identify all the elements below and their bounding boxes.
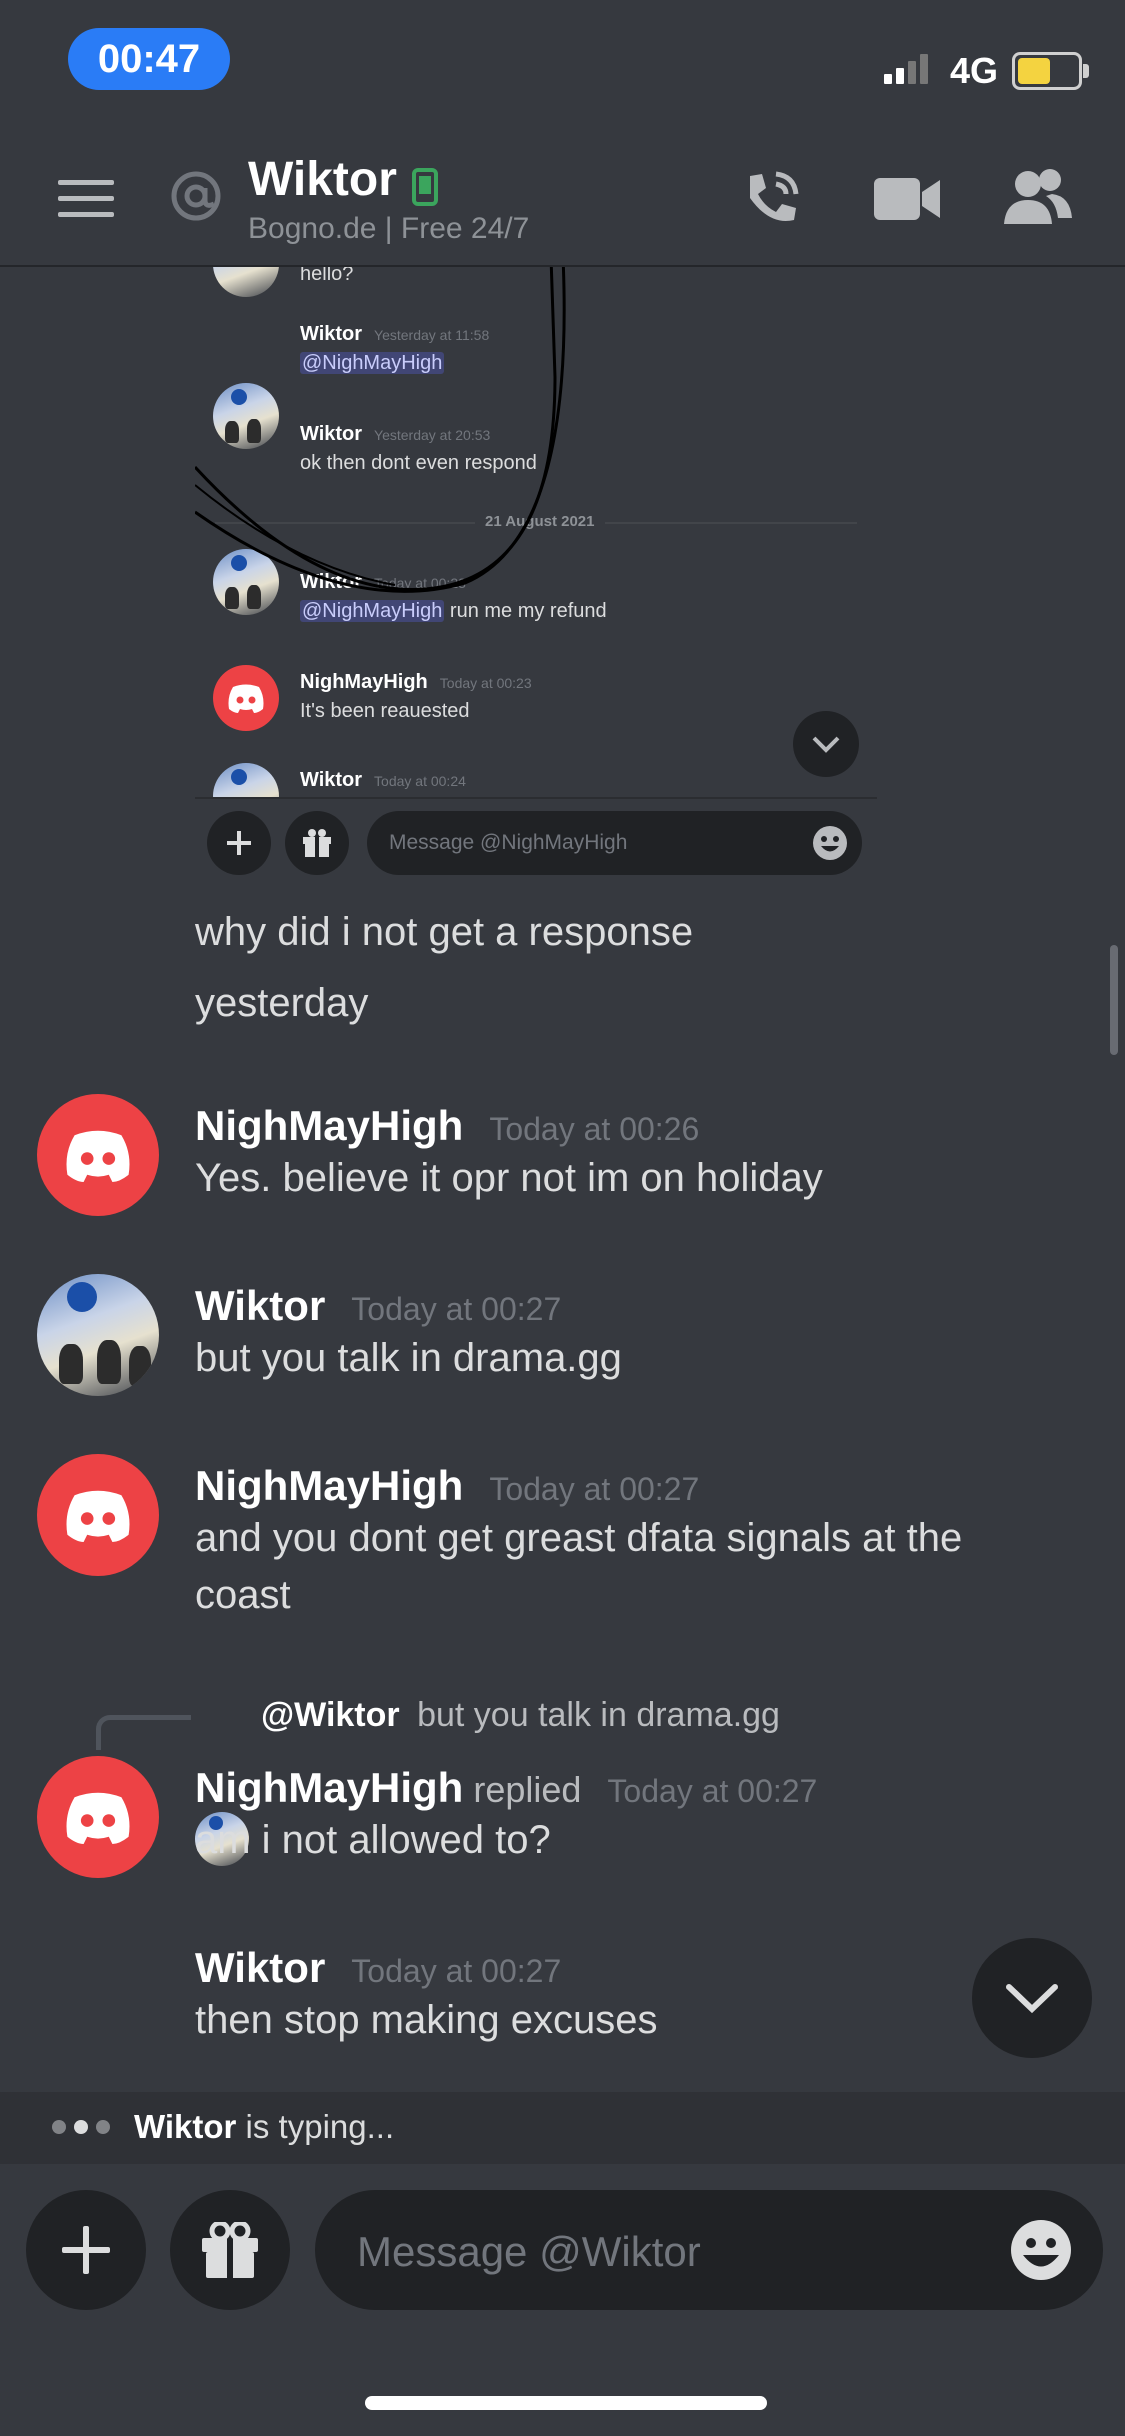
reply-preview[interactable]: @Wiktor but you talk in drama.gg	[261, 1696, 780, 1735]
scrollbar[interactable]	[1110, 945, 1118, 1055]
video-icon[interactable]	[874, 176, 940, 222]
signal-icon	[884, 52, 936, 86]
message-timestamp: Today at 00:27	[351, 1953, 562, 1989]
header-subtitle: Bogno.de | Free 24/7	[248, 212, 530, 245]
call-icon[interactable]	[740, 168, 802, 230]
plus-icon[interactable]	[26, 2190, 146, 2310]
message-input-placeholder: Message @Wiktor	[357, 2228, 701, 2275]
discord-logo-icon	[66, 1792, 130, 1844]
gift-icon[interactable]	[170, 2190, 290, 2310]
members-icon[interactable]	[1002, 168, 1072, 226]
message: NighMayHigh Today at 00:27 and you dont g…	[195, 1462, 962, 1624]
message-timestamp: Today at 00:27	[489, 1471, 700, 1507]
reply-text: but you talk in drama.gg	[417, 1696, 780, 1734]
message-text: but you talk in drama.gg	[195, 1336, 622, 1380]
home-indicator	[365, 2396, 767, 2410]
message-timestamp: Today at 00:26	[489, 1111, 700, 1147]
avatar[interactable]	[37, 1094, 159, 1216]
network-label: 4G	[950, 50, 999, 91]
chevron-down-icon	[1006, 1984, 1058, 2014]
avatar[interactable]	[37, 1756, 159, 1878]
status-time: 00:47	[68, 28, 230, 90]
typing-indicator: Wiktor is typing...	[0, 2092, 1125, 2164]
message-author[interactable]: NighMayHigh	[195, 1462, 463, 1509]
scroll-to-bottom-button[interactable]	[972, 1938, 1092, 2058]
message-text: Yes. believe it opr not im on holiday	[195, 1156, 823, 1200]
typing-text: is typing...	[236, 2108, 395, 2145]
message-line: yesterday	[195, 981, 369, 1025]
message-author[interactable]: Wiktor	[195, 1282, 325, 1329]
message-text: coast	[195, 1573, 291, 1617]
menu-icon[interactable]	[58, 178, 114, 218]
message-author[interactable]: NighMayHigh	[195, 1764, 463, 1811]
avatar[interactable]	[37, 1274, 159, 1396]
message: Wiktor Today at 00:27 but you talk in dra…	[195, 1282, 622, 1387]
typing-user: Wiktor	[134, 2108, 237, 2145]
drawn-circle-annotation	[195, 267, 566, 593]
at-icon	[170, 170, 222, 222]
message-text: am i not allowed to?	[195, 1818, 551, 1862]
reply-mention: @Wiktor	[261, 1696, 400, 1734]
message-line: why did i not get a response	[195, 910, 694, 954]
typing-dots-icon	[52, 2120, 110, 2134]
message-text: then stop making excuses	[195, 1998, 658, 2042]
replied-label: replied	[473, 1769, 582, 1810]
page-title: Wiktor	[248, 153, 397, 206]
message-timestamp: Today at 00:27	[351, 1291, 562, 1327]
message: NighMayHigh replied Today at 00:27 am i no…	[195, 1764, 817, 1869]
message-author[interactable]: NighMayHigh	[195, 1102, 463, 1149]
message-text: and you dont get greast dfata signals at…	[195, 1516, 963, 1560]
discord-logo-icon	[66, 1490, 130, 1542]
discord-logo-icon	[66, 1130, 130, 1182]
embedded-screenshot: hello? Wiktor Yesterday at 11:58 @NighMay…	[195, 267, 877, 887]
message: NighMayHigh Today at 00:26 Yes. believe i…	[195, 1102, 823, 1207]
avatar[interactable]	[37, 1454, 159, 1576]
chat-header	[0, 130, 1125, 267]
message: Wiktor Today at 00:27 then stop making ex…	[195, 1944, 657, 2049]
message-timestamp: Today at 00:27	[607, 1773, 818, 1809]
battery-icon	[1012, 52, 1089, 90]
reply-connector	[96, 1715, 191, 1750]
mobile-status-icon	[412, 168, 438, 206]
message-author[interactable]: Wiktor	[195, 1944, 325, 1991]
emoji-icon[interactable]	[1009, 2218, 1073, 2287]
message-text: why did i not get a response yesterday	[195, 904, 693, 1032]
message-input[interactable]: Message @Wiktor	[315, 2190, 1103, 2310]
